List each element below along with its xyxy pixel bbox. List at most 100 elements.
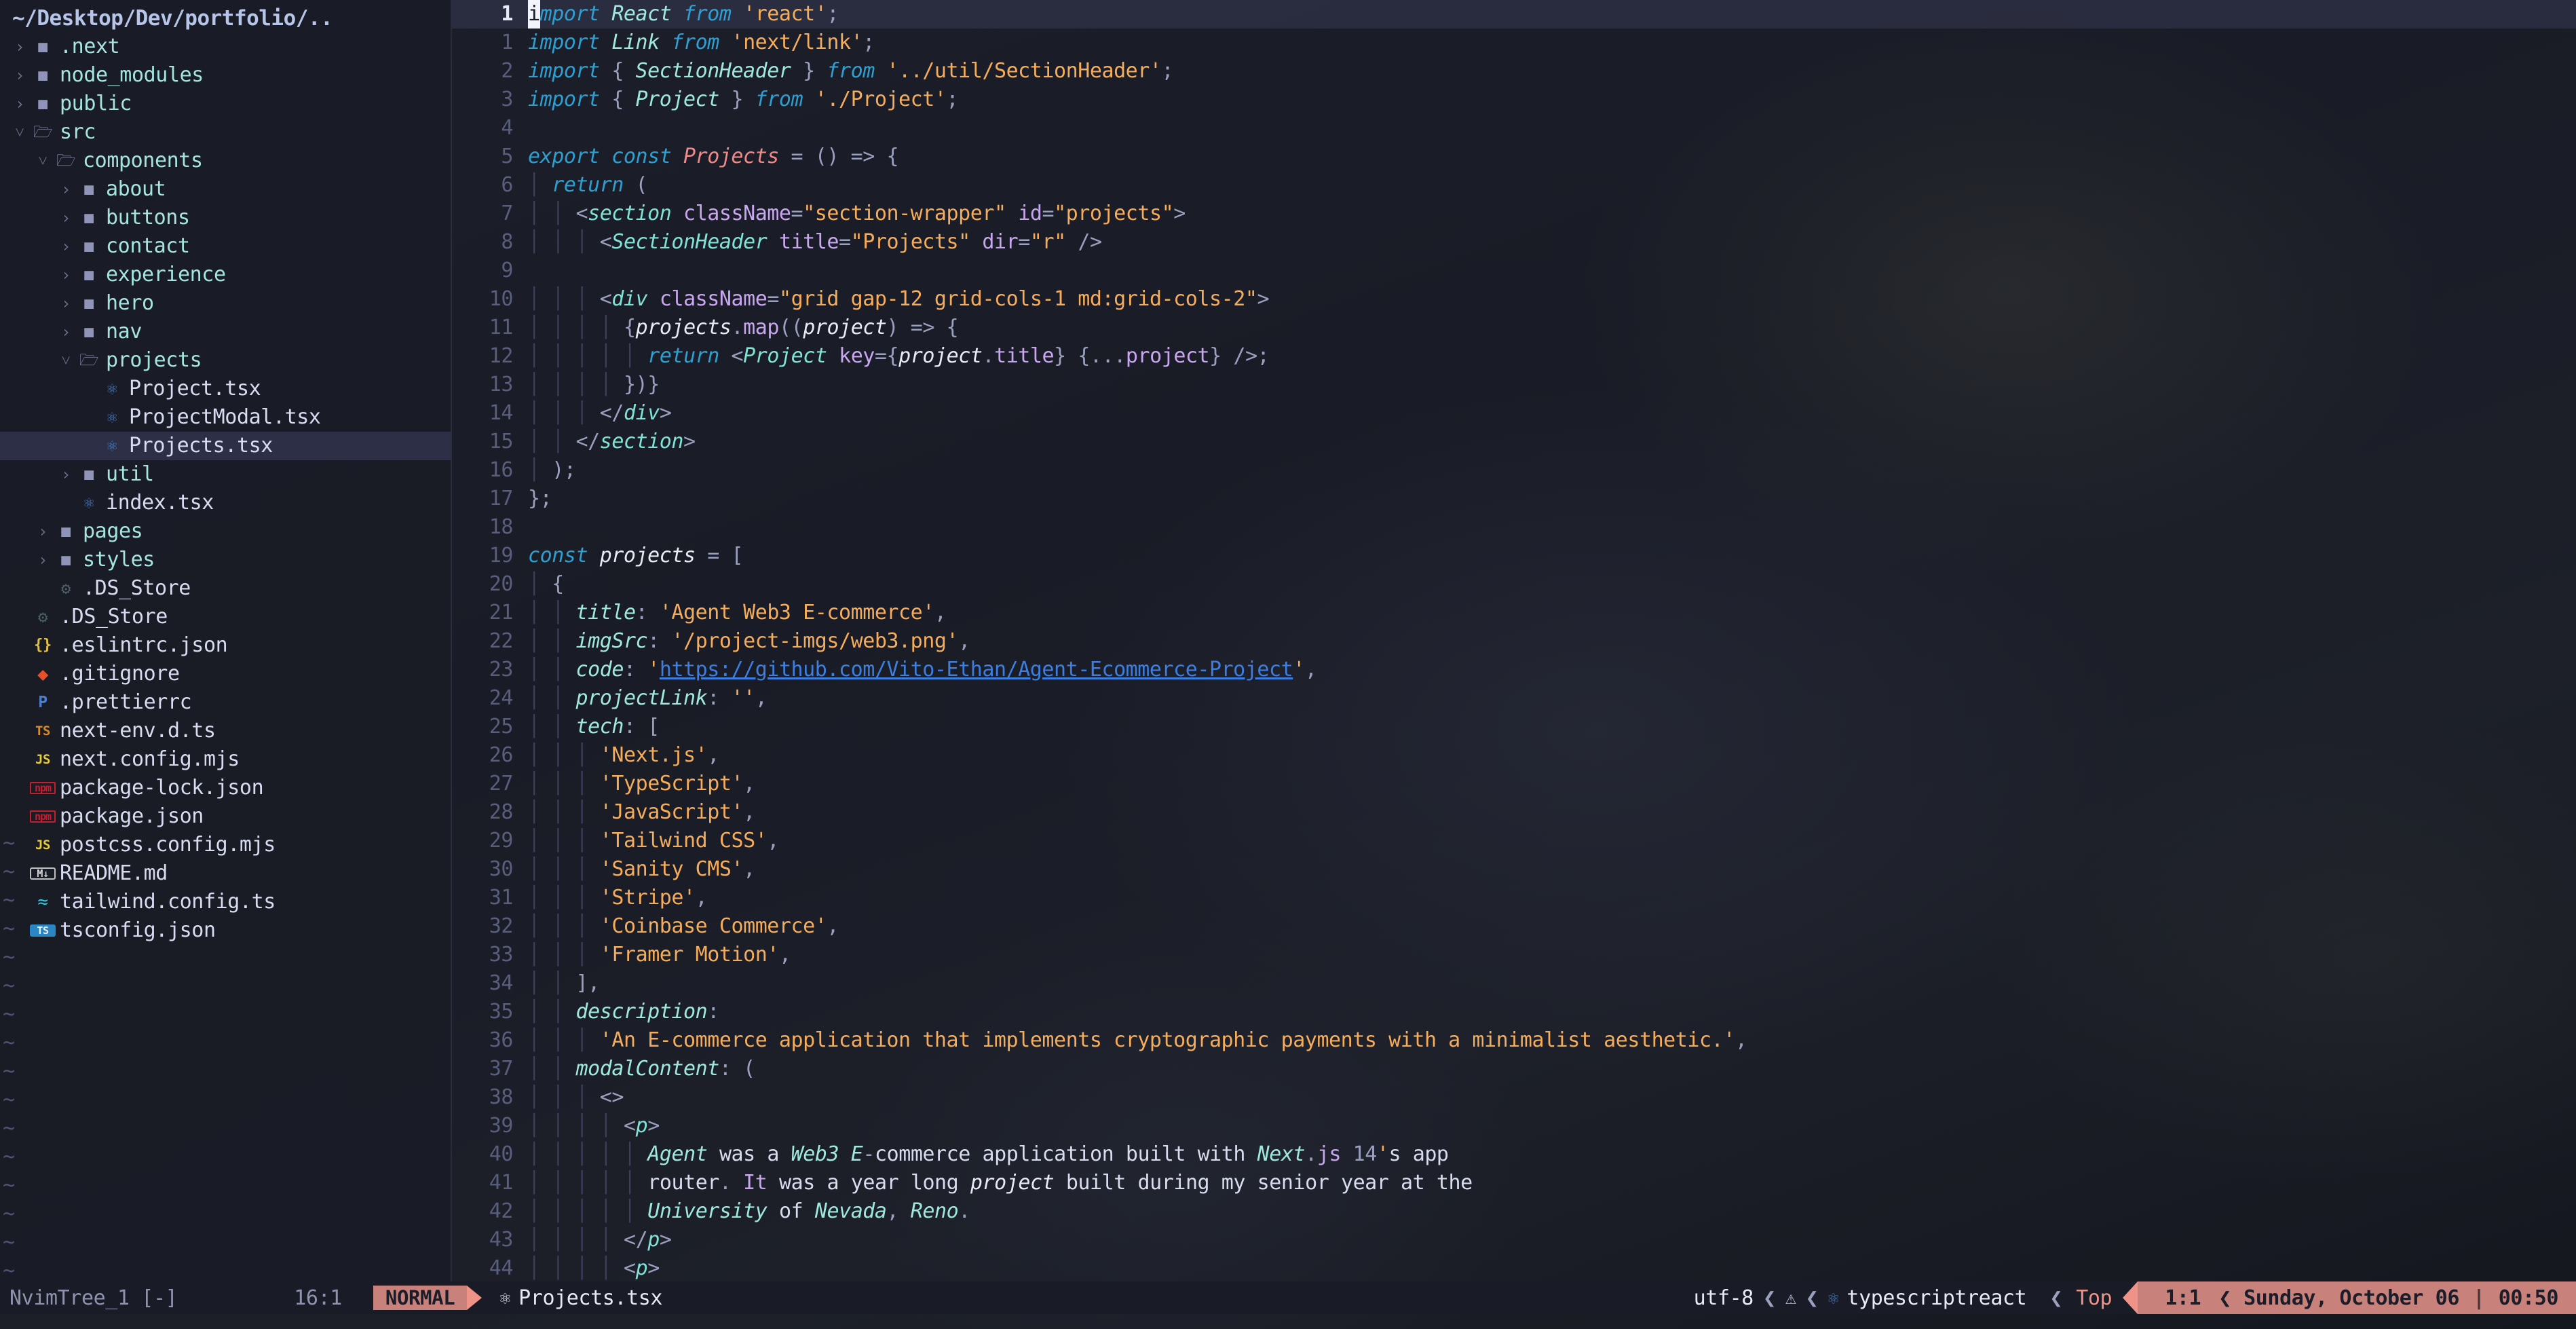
code-line[interactable]: 42 │ │ │ │ │ University of Nevada, Reno. [452, 1197, 2576, 1226]
tree-item-projectmodal-tsx[interactable]: ⚛ ProjectModal.tsx [0, 403, 451, 432]
chevron-right-icon[interactable]: › [56, 460, 76, 489]
chevron-right-icon[interactable]: › [56, 261, 76, 289]
tree-item-about[interactable]: › ■ about [0, 175, 451, 204]
tree-item-label: index.tsx [106, 491, 214, 514]
tree-item-next-env-d-ts[interactable]: TS next-env.d.ts [0, 717, 451, 745]
tree-item-package-json[interactable]: npm package.json [0, 802, 451, 831]
tree-item-gitignore[interactable]: ◆ .gitignore [0, 660, 451, 688]
tree-item-contact[interactable]: › ■ contact [0, 232, 451, 261]
code-line[interactable]: 1 import Link from 'next/link'; [452, 29, 2576, 57]
code-line[interactable]: 4 [452, 114, 2576, 143]
code-line[interactable]: 36 │ │ │ 'An E-commerce application that … [452, 1026, 2576, 1055]
tree-item-util[interactable]: › ■ util [0, 460, 451, 489]
chevron-right-icon[interactable]: › [56, 204, 76, 232]
code-line[interactable]: 19 const projects = [ [452, 542, 2576, 570]
tree-item-postcss-config-mjs[interactable]: JS postcss.config.mjs [0, 831, 451, 859]
code-line[interactable]: 17}; [452, 485, 2576, 513]
code-line[interactable]: 5 export const Projects = () => { [452, 143, 2576, 171]
chevron-right-icon[interactable]: › [33, 517, 53, 546]
code-line[interactable]: 38 │ │ │ <> [452, 1083, 2576, 1112]
code-line[interactable]: 2 import { SectionHeader } from '../util/… [452, 57, 2576, 86]
code-line[interactable]: 32 │ │ │ 'Coinbase Commerce', [452, 912, 2576, 941]
tree-item-pages[interactable]: › ■ pages [0, 517, 451, 546]
code-line[interactable]: 43 │ │ │ │ </p> [452, 1226, 2576, 1254]
code-line[interactable]: 3 import { Project } from './Project'; [452, 86, 2576, 114]
code-line[interactable]: 14 │ │ │ </div> [452, 399, 2576, 428]
tree-item-ds-store[interactable]: ⚙ .DS_Store [0, 574, 451, 603]
code-line[interactable]: 13 │ │ │ │ })} [452, 371, 2576, 399]
line-number: 11 [489, 316, 514, 339]
chevron-right-icon[interactable]: › [56, 289, 76, 318]
chevron-right-icon[interactable]: › [10, 90, 30, 118]
code-line[interactable]: 34 │ │ ], [452, 969, 2576, 998]
code-line[interactable]: 39 │ │ │ │ <p> [452, 1112, 2576, 1140]
tree-item-tailwind-config-ts[interactable]: ≈ tailwind.config.ts [0, 888, 451, 916]
tree-item-project-tsx[interactable]: ⚛ Project.tsx [0, 375, 451, 403]
tree-item-nav[interactable]: › ■ nav [0, 318, 451, 346]
code-line[interactable]: 29 │ │ │ 'Tailwind CSS', [452, 827, 2576, 855]
tree-item-package-lock-json[interactable]: npm package-lock.json [0, 774, 451, 802]
code-line[interactable]: 1 import React from 'react'; [452, 0, 2576, 29]
tree-item-experience[interactable]: › ■ experience [0, 261, 451, 289]
code-line[interactable]: 41 │ │ │ │ │ router. It was a year long p… [452, 1169, 2576, 1197]
code-line[interactable]: 16 │ ); [452, 456, 2576, 485]
code-line[interactable]: 18 [452, 513, 2576, 542]
code-line[interactable]: 30 │ │ │ 'Sanity CMS', [452, 855, 2576, 884]
chevron-down-icon[interactable]: ˅ [33, 147, 53, 175]
tree-item-index-tsx[interactable]: ⚛ index.tsx [0, 489, 451, 517]
code-line[interactable]: 26 │ │ │ 'Next.js', [452, 741, 2576, 770]
status-filetype: typescriptreact [1846, 1286, 2027, 1310]
chevron-right-icon[interactable]: › [56, 318, 76, 346]
tree-item-next[interactable]: › ■ .next [0, 33, 451, 61]
code-line[interactable]: 25 │ │ tech: [ [452, 713, 2576, 741]
tree-item-prettierrc[interactable]: P .prettierrc [0, 688, 451, 717]
code-line[interactable]: 31 │ │ │ 'Stripe', [452, 884, 2576, 912]
tree-item-buttons[interactable]: › ■ buttons [0, 204, 451, 232]
code-line[interactable]: 44 │ │ │ │ <p> [452, 1254, 2576, 1281]
tree-item-projects[interactable]: ˅ 🗁 projects [0, 346, 451, 375]
tree-item-eslintrc-json[interactable]: {} .eslintrc.json [0, 631, 451, 660]
tree-item-components[interactable]: ˅ 🗁 components [0, 147, 451, 175]
code-line[interactable]: 28 │ │ │ 'JavaScript', [452, 798, 2576, 827]
code-line[interactable]: 12 │ │ │ │ │ return <Project key={project… [452, 342, 2576, 371]
chevron-right-icon[interactable]: › [56, 232, 76, 261]
code-line[interactable]: 33 │ │ │ 'Framer Motion', [452, 941, 2576, 969]
chevron-right-icon[interactable]: › [10, 61, 30, 90]
tree-item-src[interactable]: ˅ 🗁 src [0, 118, 451, 147]
chevron-right-icon[interactable]: › [10, 33, 30, 61]
tree-item-next-config-mjs[interactable]: JS next.config.mjs [0, 745, 451, 774]
code-line[interactable]: 15 │ │ </section> [452, 428, 2576, 456]
file-tree-list[interactable]: › ■ .next › ■ node_modules › ■ public ˅ 🗁 src ˅ 🗁 comp… [0, 33, 451, 945]
tree-item-projects-tsx[interactable]: ⚛ Projects.tsx [0, 432, 451, 460]
code-line[interactable]: 23 │ │ code: 'https://github.com/Vito-Eth… [452, 656, 2576, 684]
code-line[interactable]: 8 │ │ │ <SectionHeader title="Projects" d… [452, 228, 2576, 257]
code-line[interactable]: 35 │ │ description: [452, 998, 2576, 1026]
code-editor[interactable]: 1 import React from 'react'; 1 import Link … [452, 0, 2576, 1281]
tree-item-public[interactable]: › ■ public [0, 90, 451, 118]
code-line[interactable]: 40 │ │ │ │ │ Agent was a Web3 E-commerce … [452, 1140, 2576, 1169]
line-number: 40 [489, 1142, 514, 1166]
code-line[interactable]: 20 │ { [452, 570, 2576, 599]
tree-item-styles[interactable]: › ■ styles [0, 546, 451, 574]
chevron-right-icon[interactable]: › [56, 175, 76, 204]
chevron-right-icon[interactable]: › [33, 546, 53, 574]
code-line[interactable]: 7 │ │ <section className="section-wrapper… [452, 200, 2576, 228]
code-line[interactable]: 21 │ │ title: 'Agent Web3 E-commerce', [452, 599, 2576, 627]
code-line[interactable]: 9 [452, 257, 2576, 285]
javascript-icon: JS [35, 751, 51, 767]
tree-item-node-modules[interactable]: › ■ node_modules [0, 61, 451, 90]
code-line[interactable]: 6 │ return ( [452, 171, 2576, 200]
code-line[interactable]: 24 │ │ projectLink: '', [452, 684, 2576, 713]
chevron-down-icon[interactable]: ˅ [10, 118, 30, 147]
tree-item-ds-store[interactable]: ⚙ .DS_Store [0, 603, 451, 631]
file-tree-sidebar[interactable]: ~/Desktop/Dev/portfolio/.. › ■ .next › ■ node… [0, 0, 451, 1281]
tree-item-hero[interactable]: › ■ hero [0, 289, 451, 318]
code-line[interactable]: 10 │ │ │ <div className="grid gap-12 grid… [452, 285, 2576, 314]
tree-item-tsconfig-json[interactable]: TS tsconfig.json [0, 916, 451, 945]
tree-item-readme-md[interactable]: M↓ README.md [0, 859, 451, 888]
code-line[interactable]: 22 │ │ imgSrc: '/project-imgs/web3.png', [452, 627, 2576, 656]
code-line[interactable]: 11 │ │ │ │ {projects.map((project) => { [452, 314, 2576, 342]
code-line[interactable]: 37 │ │ modalContent: ( [452, 1055, 2576, 1083]
code-line[interactable]: 27 │ │ │ 'TypeScript', [452, 770, 2576, 798]
chevron-down-icon[interactable]: ˅ [56, 346, 76, 375]
